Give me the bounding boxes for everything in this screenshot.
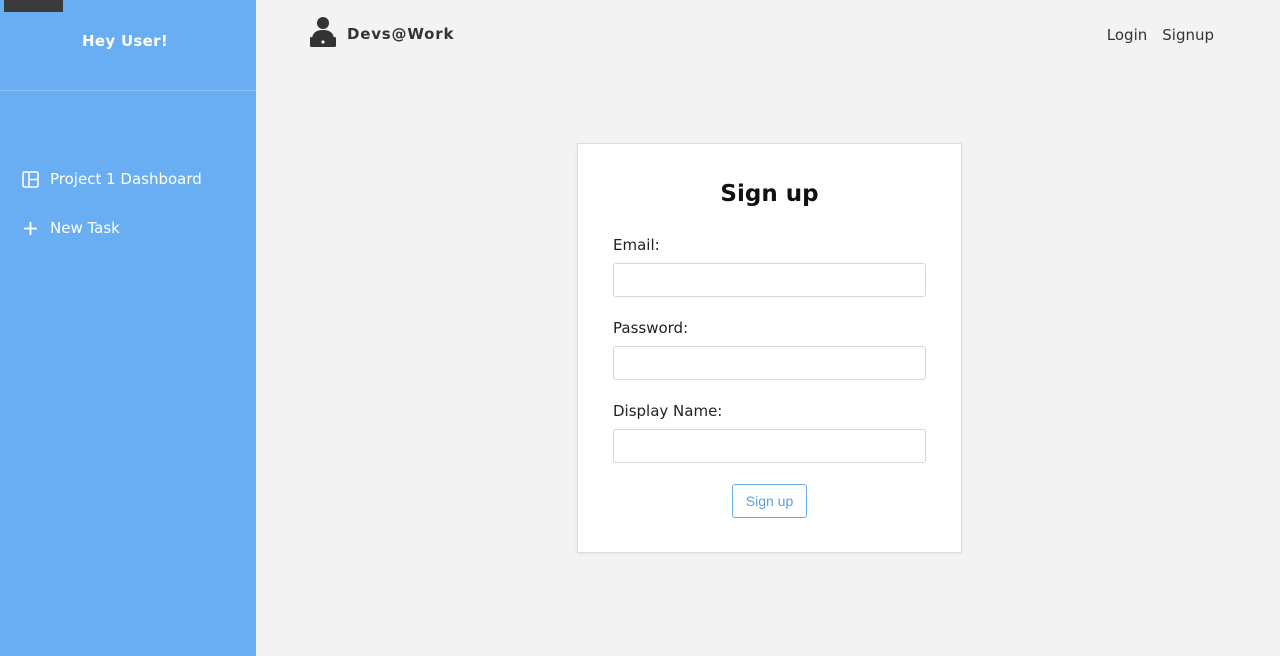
sidebar: Hey User! Project 1 Dashboard New Task: [0, 0, 256, 656]
sidebar-item-dashboard[interactable]: Project 1 Dashboard: [22, 170, 202, 188]
display-name-label: Display Name:: [613, 402, 723, 420]
signup-link[interactable]: Signup: [1162, 26, 1214, 44]
sidebar-item-new-task[interactable]: New Task: [22, 219, 120, 237]
top-nav: Login Signup: [1107, 26, 1214, 44]
plus-icon: [22, 220, 39, 237]
sidebar-item-label: New Task: [50, 219, 120, 237]
email-label: Email:: [613, 236, 660, 254]
sidebar-item-label: Project 1 Dashboard: [50, 170, 202, 188]
login-link[interactable]: Login: [1107, 26, 1147, 44]
password-field[interactable]: [613, 346, 926, 380]
email-field[interactable]: [613, 263, 926, 297]
form-title: Sign up: [720, 181, 819, 207]
avatar[interactable]: [4, 0, 63, 12]
password-label: Password:: [613, 319, 689, 337]
dashboard-layout-icon: [22, 170, 39, 188]
display-name-field[interactable]: [613, 429, 926, 463]
sidebar-greeting: Hey User!: [82, 32, 168, 50]
brand-name: Devs@Work: [347, 25, 455, 43]
signup-button[interactable]: Sign up: [732, 484, 807, 518]
sidebar-divider: [0, 90, 256, 91]
signup-card: Sign up Email: Password: Display Name: S…: [577, 143, 962, 553]
brand[interactable]: Devs@Work: [309, 16, 454, 52]
developer-laptop-icon: [309, 16, 337, 52]
